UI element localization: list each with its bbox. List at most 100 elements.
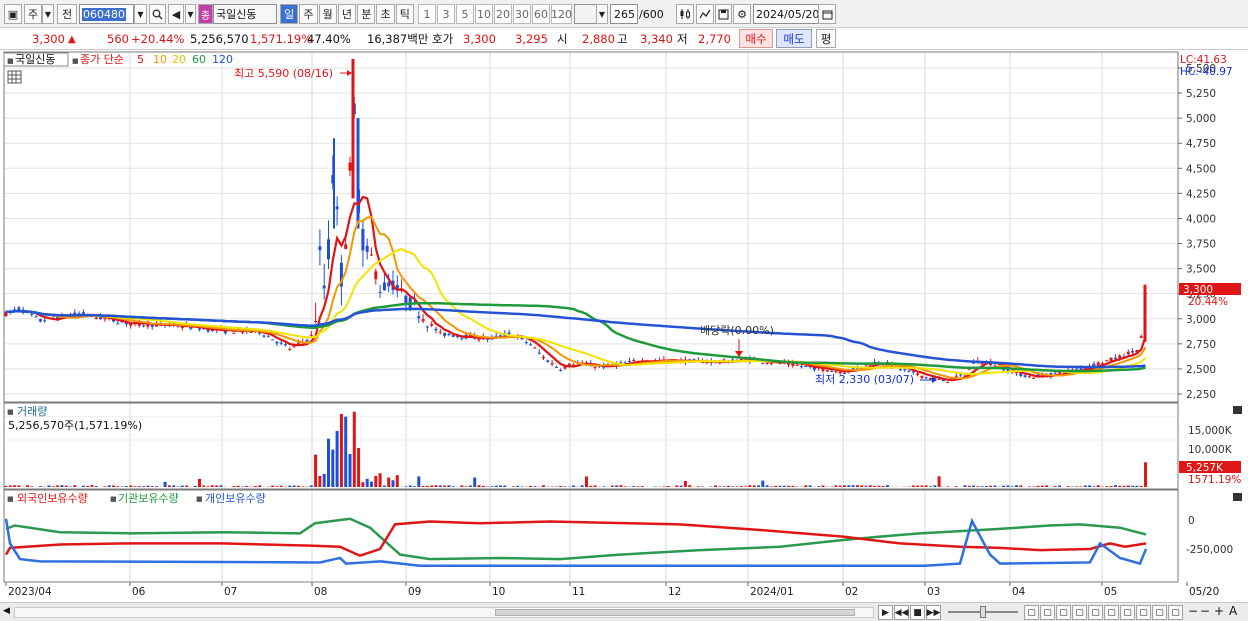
volume-panel-frame [3, 402, 1179, 490]
date-input[interactable]: 2024/05/20 [753, 4, 819, 24]
interval-dropdown-icon[interactable]: ▼ [596, 4, 608, 24]
x-label: 12 [668, 586, 681, 598]
window-icon-4[interactable]: ▢ [1072, 605, 1087, 620]
zoom-slider-handle[interactable] [980, 606, 986, 618]
window-icon-7[interactable]: ▢ [1120, 605, 1135, 620]
calendar-icon[interactable] [818, 4, 836, 24]
price-candle-body [1027, 376, 1031, 378]
minus-icon[interactable]: − [1200, 604, 1210, 618]
volume-bar [481, 485, 485, 487]
volume-title[interactable]: 거래량 [17, 405, 47, 418]
forward-icon[interactable]: ▶▶ [926, 605, 941, 620]
interval-button-7[interactable]: 120 [551, 4, 572, 24]
interval-button-1[interactable]: 3 [437, 4, 455, 24]
volume-bar [757, 485, 760, 487]
scroll-right-icon[interactable]: ▶ [878, 605, 893, 620]
code-dropdown-icon[interactable]: ▼ [134, 4, 147, 24]
legend-ma-5[interactable]: 5 [137, 53, 144, 66]
price-candle-body [533, 347, 537, 349]
current-price: 3,300 [32, 32, 65, 46]
window-icon-6[interactable]: ▢ [1104, 605, 1119, 620]
evaluate-button[interactable]: 평 [816, 29, 836, 48]
zoom-out-icon[interactable]: − [1188, 604, 1198, 618]
speaker-dropdown-icon[interactable]: ▼ [185, 4, 196, 24]
low-price: 2,770 [698, 32, 731, 46]
price-candle-body [142, 325, 146, 327]
legend-ma-20[interactable]: 20 [172, 53, 186, 66]
volume-bar [1058, 485, 1061, 487]
interval-button-5[interactable]: 30 [513, 4, 531, 24]
volume-bar [989, 485, 993, 487]
candle-type-icon[interactable] [676, 4, 694, 24]
rewind-icon[interactable]: ◀◀ [894, 605, 909, 620]
period-tab-1[interactable]: 주 [299, 4, 318, 24]
table-view-icon[interactable] [7, 70, 22, 84]
period-tab-0[interactable]: 일 [280, 4, 299, 24]
volume-bar [421, 485, 425, 487]
turnover-value: 47.40% [307, 32, 351, 46]
price-panel-frame [3, 51, 1179, 403]
interval-button-2[interactable]: 5 [456, 4, 474, 24]
holdings-close-icon[interactable] [1233, 493, 1242, 501]
volume-bar [271, 485, 275, 487]
period-tab-6[interactable]: 틱 [395, 4, 414, 24]
volume-close-icon[interactable] [1233, 406, 1242, 414]
holdings-legend-foreign[interactable]: 외국인보유수량 [17, 492, 88, 505]
price-candle-body [387, 282, 391, 287]
volume-bar [1109, 486, 1113, 487]
legend-ma-120[interactable]: 120 [212, 53, 233, 66]
count-input[interactable]: 265 [610, 4, 638, 24]
holdings-legend-institution[interactable]: 기관보유수량 [118, 492, 179, 505]
horizontal-scrollbar[interactable] [14, 607, 874, 618]
period-tab-2[interactable]: 월 [318, 4, 337, 24]
market-dropdown-icon[interactable]: ▼ [42, 4, 54, 24]
speaker-icon[interactable]: ◀ [168, 4, 184, 24]
stop-icon[interactable]: ■ [910, 605, 925, 620]
interval-button-0[interactable]: 1 [418, 4, 436, 24]
low-label: 저 [677, 32, 688, 46]
holdings-legend-individual[interactable]: 개인보유수량 [205, 492, 266, 505]
period-tab-4[interactable]: 분 [357, 4, 376, 24]
holdings-ytick-0: 0 [1188, 515, 1195, 527]
save-icon[interactable] [715, 4, 732, 24]
draw-tool-icon[interactable] [696, 4, 714, 24]
price-candle-body [417, 316, 421, 319]
volume-bar [808, 485, 812, 487]
legend-ma-label[interactable]: 종가 단순 [80, 53, 124, 66]
interval-button-6[interactable]: 60 [532, 4, 550, 24]
period-tab-3[interactable]: 년 [337, 4, 357, 24]
interval-button-4[interactable]: 20 [494, 4, 512, 24]
volume-bar [563, 486, 567, 487]
volume-bar [4, 485, 8, 487]
period-tab-5[interactable]: 초 [376, 4, 395, 24]
scroll-left-icon[interactable]: ◀ [3, 606, 10, 616]
prev-button[interactable]: 전 [57, 4, 77, 24]
chart-icon[interactable]: ▣ [4, 4, 22, 24]
volume-bar [572, 485, 576, 487]
legend-ma-10[interactable]: 10 [153, 53, 167, 66]
volume-bar [1075, 486, 1079, 487]
market-select[interactable]: 주 [24, 4, 42, 24]
font-size-icon[interactable]: A [1229, 604, 1237, 618]
sell-button[interactable]: 매도 [776, 29, 812, 48]
scrollbar-thumb[interactable] [495, 609, 855, 616]
gear-icon[interactable]: ⚙ [733, 4, 751, 24]
volume-bar [929, 486, 932, 487]
volume-bar [984, 486, 988, 487]
window-icon-9[interactable]: ▢ [1152, 605, 1167, 620]
legend-ma-60[interactable]: 60 [192, 53, 206, 66]
code-input[interactable]: 060480 [79, 4, 134, 24]
window-icon-3[interactable]: ▢ [1056, 605, 1071, 620]
buy-button[interactable]: 매수 [739, 29, 773, 48]
window-icon-8[interactable]: ▢ [1136, 605, 1151, 620]
zoom-in-icon[interactable]: + [1214, 604, 1224, 618]
legend-stock-name[interactable]: 국일신동 [15, 52, 55, 66]
window-icon-5[interactable]: ▢ [1088, 605, 1103, 620]
volume-bar [972, 485, 975, 487]
interval-button-3[interactable]: 10 [475, 4, 493, 24]
price-candle-body [1113, 357, 1117, 360]
window-icon-2[interactable]: ▢ [1040, 605, 1055, 620]
window-icon-1[interactable]: ▢ [1024, 605, 1039, 620]
search-icon[interactable] [149, 4, 166, 24]
window-icon-10[interactable]: ▢ [1168, 605, 1183, 620]
